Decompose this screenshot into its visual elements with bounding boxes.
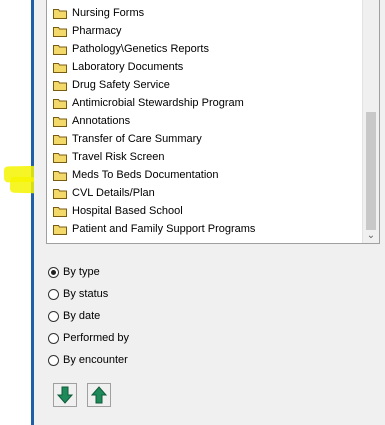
folder-label: Annotations xyxy=(72,115,131,127)
folder-listbox[interactable]: Nursing Forms Pharmacy Pathology\Genetic… xyxy=(46,0,380,244)
folder-icon xyxy=(53,80,67,91)
move-up-button[interactable] xyxy=(87,383,111,407)
sort-by-date-radio[interactable]: By date xyxy=(48,307,100,325)
folder-icon xyxy=(53,26,67,37)
folder-item-annotations[interactable]: Annotations xyxy=(53,112,130,130)
folder-icon xyxy=(53,134,67,145)
folder-icon xyxy=(53,116,67,127)
folder-item-nursing-forms[interactable]: Nursing Forms xyxy=(53,4,144,22)
radio-label: Performed by xyxy=(63,332,130,344)
folder-label: Transfer of Care Summary xyxy=(72,133,202,145)
folder-item-antimicrobial-stewardship[interactable]: Antimicrobial Stewardship Program xyxy=(53,94,244,112)
folder-item-meds-to-beds[interactable]: Meds To Beds Documentation xyxy=(53,166,219,184)
radio-label: By type xyxy=(63,266,100,278)
folder-item-pharmacy[interactable]: Pharmacy xyxy=(53,22,122,40)
folder-label: CVL Details/Plan xyxy=(72,187,155,199)
radio-indicator[interactable] xyxy=(48,288,59,300)
folder-icon xyxy=(53,170,67,181)
folder-label: Nursing Forms xyxy=(72,7,145,19)
chevron-down-icon: ⌄ xyxy=(366,229,376,241)
folder-icon xyxy=(53,152,67,163)
radio-label: By date xyxy=(63,310,101,322)
radio-indicator[interactable] xyxy=(48,266,59,278)
folder-icon xyxy=(53,224,67,235)
folder-label: Pharmacy xyxy=(72,25,122,37)
folder-label: Drug Safety Service xyxy=(72,79,170,91)
document-filter-panel: Nursing Forms Pharmacy Pathology\Genetic… xyxy=(34,0,385,425)
folder-icon xyxy=(53,188,67,199)
arrow-down-icon xyxy=(56,386,74,404)
folder-item-cvl-details-plan[interactable]: CVL Details/Plan xyxy=(53,184,155,202)
folder-label: Travel Risk Screen xyxy=(72,151,165,163)
folder-item-laboratory-documents[interactable]: Laboratory Documents xyxy=(53,58,183,76)
radio-indicator[interactable] xyxy=(48,354,59,366)
arrow-up-icon xyxy=(90,386,108,404)
folder-icon xyxy=(53,206,67,217)
folder-label: Meds To Beds Documentation xyxy=(72,169,219,181)
folder-label: Laboratory Documents xyxy=(72,61,184,73)
folder-icon xyxy=(53,98,67,109)
folder-item-patient-family-support[interactable]: Patient and Family Support Programs xyxy=(53,220,255,238)
folder-item-hospital-based-school[interactable]: Hospital Based School xyxy=(53,202,183,220)
radio-indicator[interactable] xyxy=(48,332,59,344)
folder-icon xyxy=(53,44,67,55)
sort-by-encounter-radio[interactable]: By encounter xyxy=(48,351,128,369)
folder-item-drug-safety-service[interactable]: Drug Safety Service xyxy=(53,76,170,94)
scroll-down-button[interactable]: ⌄ xyxy=(363,227,379,243)
folder-icon xyxy=(53,8,67,19)
sort-by-type-radio[interactable]: By type xyxy=(48,263,100,281)
sort-performed-by-radio[interactable]: Performed by xyxy=(48,329,129,347)
folder-label: Hospital Based School xyxy=(72,205,183,217)
folder-item-transfer-of-care[interactable]: Transfer of Care Summary xyxy=(53,130,202,148)
folder-item-travel-risk-screen[interactable]: Travel Risk Screen xyxy=(53,148,165,166)
list-vertical-scrollbar[interactable]: ⌄ xyxy=(362,0,379,243)
folder-label: Antimicrobial Stewardship Program xyxy=(72,97,244,109)
folder-label: Patient and Family Support Programs xyxy=(72,223,256,235)
radio-label: By status xyxy=(63,288,109,300)
folder-item-pathology-genetics[interactable]: Pathology\Genetics Reports xyxy=(53,40,209,58)
radio-label: By encounter xyxy=(63,354,128,366)
move-down-button[interactable] xyxy=(53,383,77,407)
folder-label: Pathology\Genetics Reports xyxy=(72,43,209,55)
sort-by-status-radio[interactable]: By status xyxy=(48,285,108,303)
folder-list: Nursing Forms Pharmacy Pathology\Genetic… xyxy=(47,0,362,243)
radio-indicator[interactable] xyxy=(48,310,59,322)
folder-icon xyxy=(53,62,67,73)
scrollbar-thumb[interactable] xyxy=(366,112,376,230)
